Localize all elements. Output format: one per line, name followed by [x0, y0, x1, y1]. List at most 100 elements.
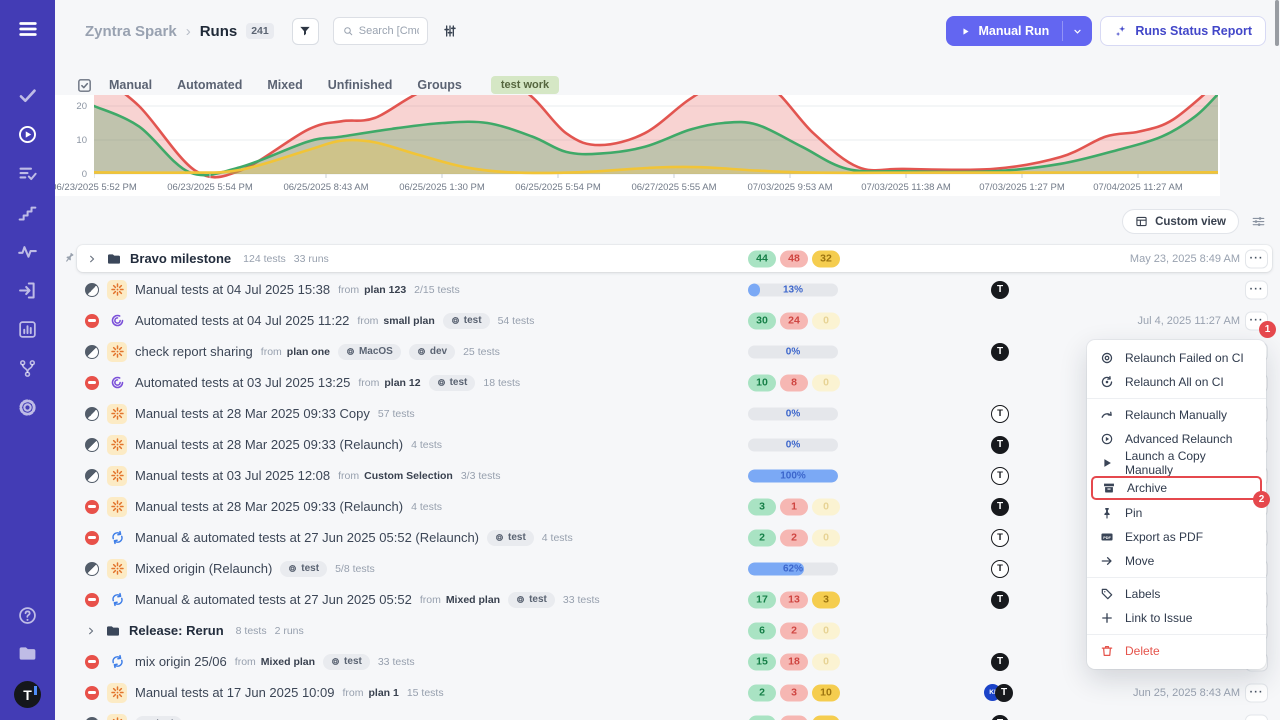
tag-chip[interactable]: test: [135, 716, 182, 720]
menu-item-pin[interactable]: Pin: [1087, 501, 1266, 525]
plan-name[interactable]: plan 12: [384, 377, 420, 389]
plan-name[interactable]: Custom Selection: [364, 470, 453, 482]
run-title[interactable]: mix origin 25/06: [135, 654, 227, 669]
menu-item-delete[interactable]: Delete: [1087, 639, 1266, 663]
custom-view-button[interactable]: Custom view: [1122, 209, 1239, 234]
sidebar-item-reports[interactable]: [17, 319, 38, 340]
menu-item-archive[interactable]: Archive2: [1091, 476, 1262, 500]
menu-item-relaunch-manually[interactable]: Relaunch Manually: [1087, 403, 1266, 427]
avatar[interactable]: T: [991, 653, 1009, 671]
menu-item-launch-a-copy-manually[interactable]: Launch a Copy Manually: [1087, 451, 1266, 475]
sidebar-item-tests[interactable]: [17, 85, 38, 106]
tab-mixed[interactable]: Mixed: [267, 78, 302, 92]
run-title[interactable]: Manual tests at 28 Mar 2025 09:33 (Relau…: [135, 499, 403, 514]
search-input[interactable]: Search [Cmd + K]: [333, 17, 428, 45]
sidebar-item-import[interactable]: [17, 280, 38, 301]
runs-status-report-button[interactable]: Runs Status Report: [1100, 16, 1266, 46]
run-row[interactable]: Automated tests at 04 Jul 2025 11:22from…: [55, 305, 1280, 336]
avatar[interactable]: T: [991, 591, 1009, 609]
sidebar-item-branches[interactable]: [17, 358, 38, 379]
filter-button[interactable]: [292, 18, 319, 45]
avatar[interactable]: T: [991, 498, 1009, 516]
run-title[interactable]: Manual & automated tests at 27 Jun 2025 …: [135, 530, 479, 545]
sidebar-item-settings[interactable]: [17, 397, 38, 418]
row-menu-button[interactable]: ···: [1245, 280, 1268, 299]
hamburger-menu-icon[interactable]: [17, 18, 39, 40]
sidebar-item-milestones[interactable]: [17, 202, 38, 223]
run-title[interactable]: Manual & automated tests at 27 Jun 2025 …: [135, 592, 412, 607]
scrollbar[interactable]: [1275, 0, 1279, 46]
plan-name[interactable]: Mixed plan: [261, 656, 315, 668]
avatar[interactable]: T: [991, 405, 1009, 423]
sidebar-item-runs[interactable]: [17, 124, 38, 145]
search-settings-icon[interactable]: [442, 23, 458, 39]
tag-chip[interactable]: test: [429, 375, 476, 391]
row-menu-button[interactable]: ···: [1245, 249, 1268, 268]
list-settings-icon[interactable]: [1251, 214, 1266, 229]
tag-chip[interactable]: dev: [409, 344, 455, 360]
menu-item-relaunch-all-on-ci[interactable]: Relaunch All on CI: [1087, 370, 1266, 394]
run-title[interactable]: Automated tests at 03 Jul 2025 13:25: [135, 375, 350, 390]
run-row[interactable]: Manual tests at 04 Jul 2025 15:38frompla…: [55, 274, 1280, 305]
avatar[interactable]: T: [995, 684, 1013, 702]
run-title[interactable]: Manual tests at 28 Mar 2025 09:33 (Relau…: [135, 437, 403, 452]
tab-unfinished[interactable]: Unfinished: [328, 78, 393, 92]
tab-manual[interactable]: Manual: [109, 78, 152, 92]
failed-badge: 3: [780, 684, 808, 701]
menu-item-labels[interactable]: Labels: [1087, 582, 1266, 606]
tab-automated[interactable]: Automated: [177, 78, 242, 92]
avatar[interactable]: T: [991, 560, 1009, 578]
sidebar-item-insights[interactable]: [17, 241, 38, 262]
row-menu-button[interactable]: ···: [1245, 683, 1268, 702]
avatar[interactable]: T: [991, 715, 1009, 720]
plan-name[interactable]: plan one: [287, 346, 330, 358]
expand-chevron-icon[interactable]: [86, 253, 98, 265]
row-menu-button[interactable]: ···: [1245, 714, 1268, 720]
menu-item-export-as-pdf[interactable]: PDFExport as PDF: [1087, 525, 1266, 549]
menu-item-link-to-issue[interactable]: Link to Issue: [1087, 606, 1266, 630]
breadcrumb-project[interactable]: Zyntra Spark: [85, 23, 177, 40]
menu-item-advanced-relaunch[interactable]: Advanced Relaunch: [1087, 427, 1266, 451]
tag-chip[interactable]: test: [508, 592, 555, 608]
active-filter-chip[interactable]: test work: [491, 76, 559, 94]
manual-run-dropdown-button[interactable]: [1063, 16, 1092, 46]
run-title[interactable]: Automated tests at 04 Jul 2025 11:22: [135, 313, 349, 328]
sidebar-item-results[interactable]: [17, 163, 38, 184]
plan-name[interactable]: plan 1: [368, 687, 398, 699]
select-runs-icon[interactable]: [76, 77, 93, 94]
tag-chip[interactable]: test: [323, 654, 370, 670]
run-title[interactable]: Manual tests at 28 Mar 2025 09:33 Copy: [135, 406, 370, 421]
plan-name[interactable]: Mixed plan: [446, 594, 500, 606]
run-row[interactable]: Manual tests at 17 Jun 2025 10:09frompla…: [55, 677, 1280, 708]
run-title[interactable]: check report sharing: [135, 344, 253, 359]
run-title[interactable]: Manual tests at 17 Jun 2025 10:09: [135, 685, 334, 700]
avatar[interactable]: T: [991, 343, 1009, 361]
manual-run-button[interactable]: Manual Run: [946, 16, 1062, 46]
run-title[interactable]: Manual tests at 03 Jul 2025 12:08: [135, 468, 330, 483]
tag-chip[interactable]: test: [487, 530, 534, 546]
menu-item-relaunch-failed-on-ci[interactable]: Relaunch Failed on CI: [1087, 346, 1266, 370]
tag-chip[interactable]: test: [280, 561, 327, 577]
avatar[interactable]: T: [991, 529, 1009, 547]
sidebar-item-help[interactable]: [17, 605, 38, 626]
group-title[interactable]: Bravo milestone: [130, 251, 231, 266]
tag-chip[interactable]: test: [443, 313, 490, 329]
sidebar-item-projects[interactable]: [17, 643, 38, 664]
run-title[interactable]: Mixed origin (Relaunch): [135, 561, 272, 576]
progress-bar: 100%: [748, 469, 838, 482]
avatar[interactable]: T: [991, 436, 1009, 454]
run-title[interactable]: Manual tests at 04 Jul 2025 15:38: [135, 282, 330, 297]
avatar[interactable]: T: [991, 467, 1009, 485]
workspace-avatar[interactable]: T: [14, 681, 41, 708]
avatar[interactable]: T: [991, 281, 1009, 299]
run-row[interactable]: test T ···: [55, 708, 1280, 720]
pushpin-icon: [1100, 506, 1114, 520]
expand-chevron-icon[interactable]: [85, 625, 97, 637]
plan-name[interactable]: plan 123: [364, 284, 406, 296]
group-row[interactable]: Bravo milestone124 tests33 runs444832May…: [77, 245, 1272, 272]
tag-chip[interactable]: MacOS: [338, 344, 401, 360]
tab-groups[interactable]: Groups: [417, 78, 461, 92]
menu-item-move[interactable]: Move: [1087, 549, 1266, 573]
plan-name[interactable]: small plan: [383, 315, 434, 327]
group-title[interactable]: Release: Rerun: [129, 623, 224, 638]
